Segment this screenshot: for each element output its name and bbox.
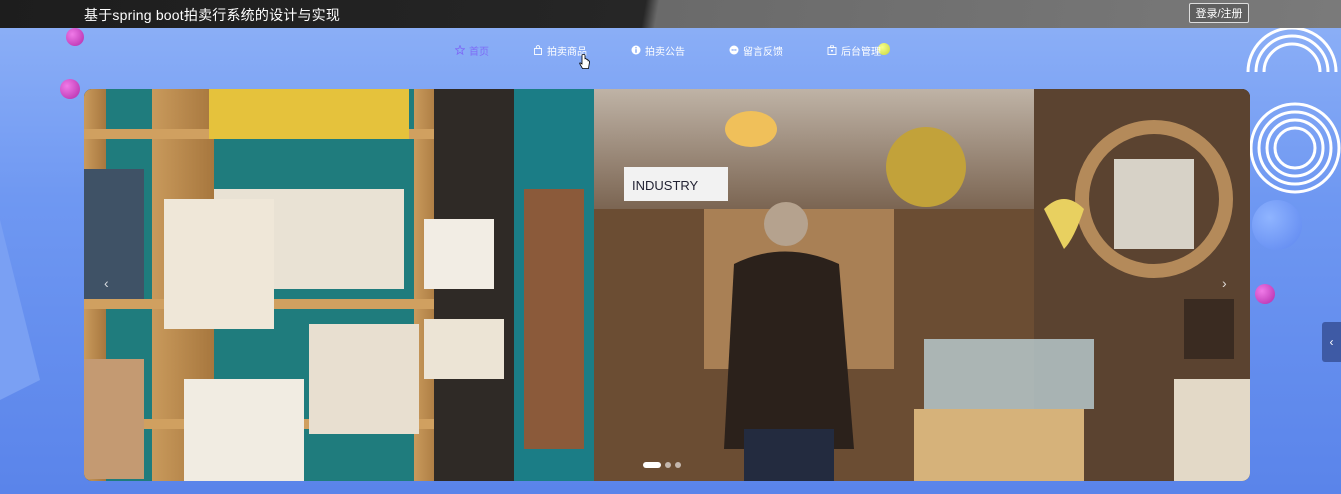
carousel-dot[interactable]: [675, 462, 681, 468]
admin-icon: [827, 45, 837, 55]
chevron-left-icon[interactable]: ‹: [104, 275, 109, 291]
chevron-right-icon[interactable]: ›: [1222, 275, 1227, 291]
carousel-indicators: [643, 462, 681, 468]
message-icon: [729, 45, 739, 55]
carousel-dot[interactable]: [643, 462, 661, 468]
main-nav: 首页 拍卖商品 拍卖公告 留言反馈 后台管理: [455, 41, 925, 59]
shop-interior-photo: INDUSTRY: [84, 89, 1250, 481]
bag-icon: [533, 45, 543, 55]
carousel-dot[interactable]: [665, 462, 671, 468]
decorative-rings: [1246, 28, 1341, 194]
mouse-cursor-icon: [579, 54, 590, 69]
side-toggle-tab[interactable]: ‹: [1322, 322, 1341, 362]
carousel-slide-image[interactable]: INDUSTRY ‹ ›: [84, 89, 1250, 481]
decorative-ball: [66, 28, 84, 46]
nav-item-admin[interactable]: 后台管理: [827, 43, 881, 58]
site-title: 基于spring boot拍卖行系统的设计与实现: [84, 7, 341, 23]
nav-item-home[interactable]: 首页: [455, 43, 489, 58]
nav-item-auction-notice[interactable]: 拍卖公告: [631, 43, 685, 58]
nav-item-label: 后台管理: [841, 46, 881, 58]
nav-item-feedback[interactable]: 留言反馈: [729, 43, 783, 58]
top-bar: 基于spring boot拍卖行系统的设计与实现 登录/注册: [0, 0, 1341, 28]
decorative-triangle-left: [0, 220, 40, 400]
login-register-button[interactable]: 登录/注册: [1189, 3, 1249, 23]
decorative-ball: [1255, 284, 1275, 304]
nav-item-label: 留言反馈: [743, 46, 783, 58]
decorative-ball: [60, 79, 80, 99]
info-icon: [631, 45, 641, 55]
shop-sign-text: INDUSTRY: [632, 178, 699, 193]
star-icon: [455, 45, 465, 55]
nav-item-label: 拍卖公告: [645, 46, 685, 58]
decorative-ball: [1252, 200, 1302, 250]
nav-item-label: 首页: [469, 46, 489, 58]
